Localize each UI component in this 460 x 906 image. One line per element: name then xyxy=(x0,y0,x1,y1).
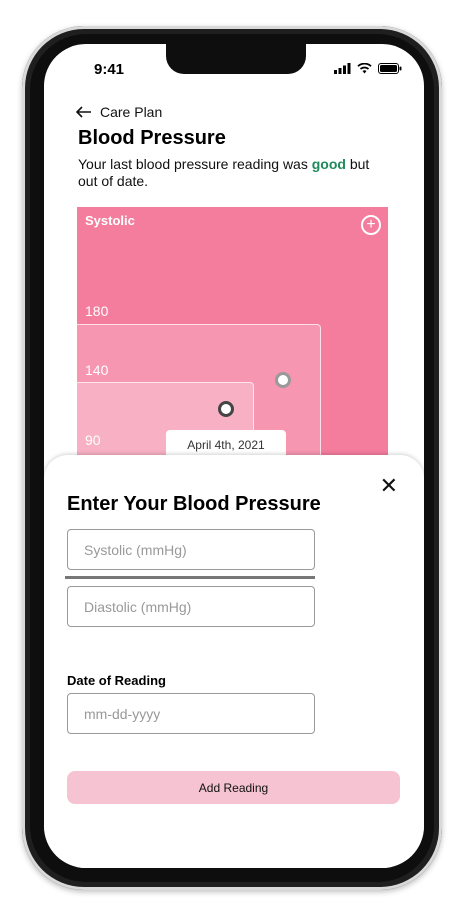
arrow-left-icon xyxy=(76,106,91,118)
chart-title: Systolic xyxy=(85,213,135,228)
status-time: 9:41 xyxy=(94,61,125,78)
tick-label: 90 xyxy=(85,432,101,448)
add-reading-icon[interactable]: + xyxy=(361,215,381,235)
data-point[interactable] xyxy=(275,372,291,388)
data-point-selected[interactable] xyxy=(218,401,234,417)
add-reading-button[interactable]: Add Reading xyxy=(67,771,400,804)
close-icon[interactable]: ✕ xyxy=(380,475,398,497)
summary-prefix: Your last blood pressure reading was xyxy=(78,156,312,172)
date-input[interactable]: mm-dd-yyyy xyxy=(67,693,315,734)
signal-icon xyxy=(334,63,351,74)
reading-summary: Your last blood pressure reading was goo… xyxy=(78,156,388,190)
input-divider xyxy=(65,576,315,579)
tick-label: 180 xyxy=(85,303,109,319)
tick-label: 140 xyxy=(85,362,109,378)
notch xyxy=(166,44,306,74)
diastolic-input[interactable]: Diastolic (mmHg) xyxy=(67,586,315,627)
systolic-chart: Systolic + 180 140 90 April 4th, 2021 xyxy=(77,207,388,474)
summary-status: good xyxy=(311,156,346,172)
entry-sheet: ✕ Enter Your Blood Pressure Systolic (mm… xyxy=(44,455,424,868)
date-label: Date of Reading xyxy=(67,673,166,688)
sheet-title: Enter Your Blood Pressure xyxy=(67,493,321,515)
app-screen: 9:41 Care Plan Blood Pressure Your last … xyxy=(44,44,424,868)
status-icons xyxy=(334,63,402,74)
back-link[interactable]: Care Plan xyxy=(76,104,162,120)
wifi-icon xyxy=(357,63,372,74)
battery-icon xyxy=(378,63,402,74)
systolic-input[interactable]: Systolic (mmHg) xyxy=(67,529,315,570)
page-title: Blood Pressure xyxy=(78,127,226,149)
back-label: Care Plan xyxy=(100,104,163,120)
